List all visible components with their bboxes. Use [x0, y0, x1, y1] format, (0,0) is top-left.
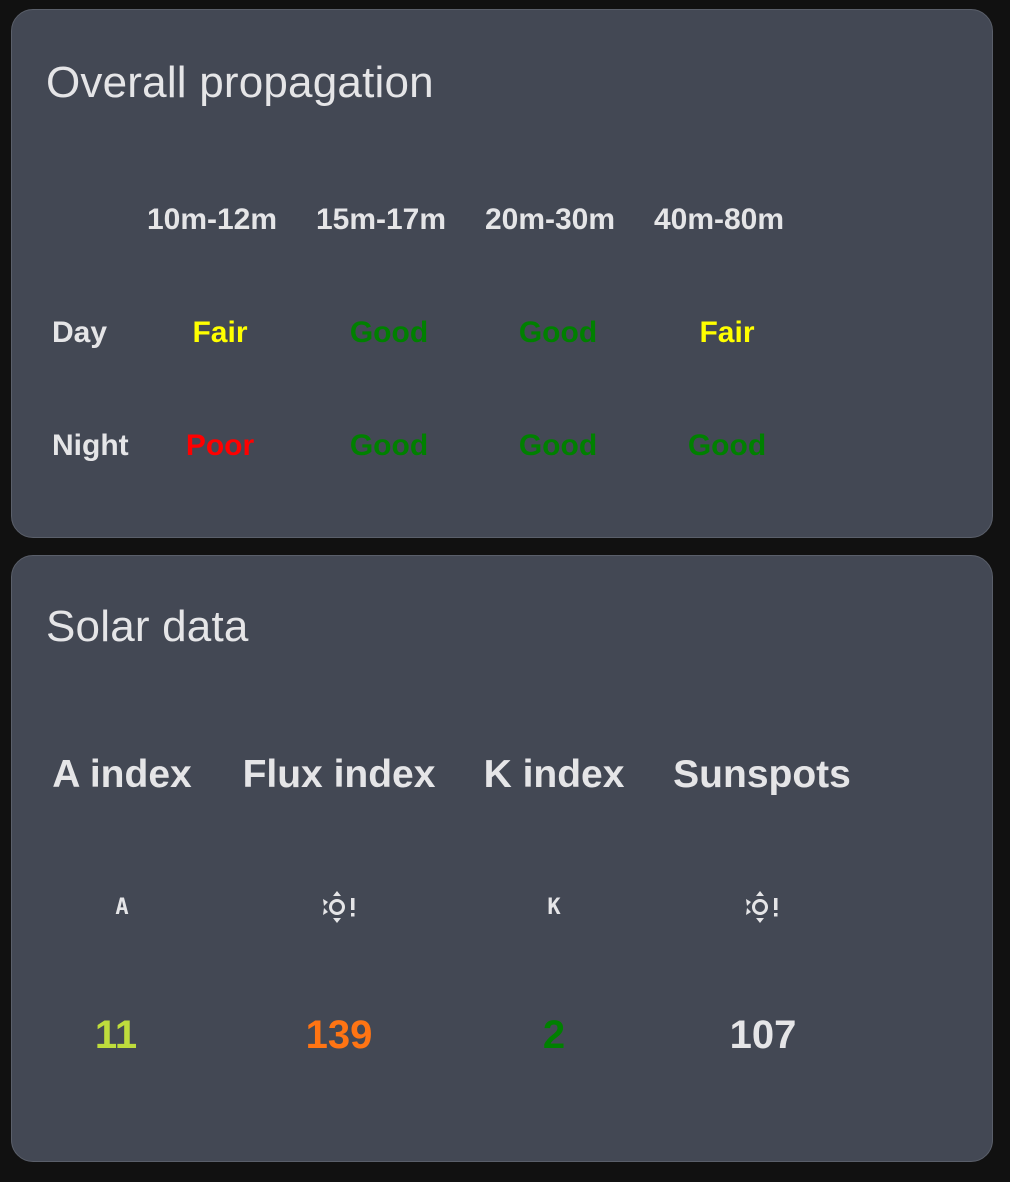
band-header-15m-17m: 15m-17m	[315, 203, 447, 236]
condition-night-20m-30m: Good	[518, 429, 598, 462]
solar-value-flux-index: 139	[305, 1013, 373, 1057]
condition-day-20m-30m: Good	[518, 316, 598, 349]
solar-label-sunspots: Sunspots	[673, 753, 851, 796]
solar-label-a-index: A index	[52, 753, 192, 796]
condition-night-40m-80m: Good	[687, 429, 767, 462]
condition-night-15m-17m: Good	[349, 429, 429, 462]
alpha-k-icon: K	[547, 894, 561, 920]
row-label-night: Night	[52, 429, 129, 462]
card-title: Solar data	[46, 602, 249, 651]
band-header-20m-30m: 20m-30m	[484, 203, 616, 236]
solar-value-a-index: 11	[94, 1013, 138, 1057]
sun-alert-icon	[320, 889, 360, 925]
row-label-day: Day	[52, 316, 108, 349]
solar-value-sunspots: 107	[729, 1013, 797, 1057]
solar-data-card: Solar data A index Flux index K index Su…	[11, 555, 993, 1162]
alpha-a-icon: A	[115, 894, 129, 920]
solar-label-k-index: K index	[483, 753, 625, 796]
condition-day-10m-12m: Fair	[192, 316, 248, 349]
sun-alert-icon	[743, 889, 783, 925]
band-header-40m-80m: 40m-80m	[653, 203, 785, 236]
solar-label-flux-index: Flux index	[242, 753, 436, 796]
band-header-10m-12m: 10m-12m	[146, 203, 278, 236]
overall-propagation-card: Overall propagation 10m-12m 15m-17m 20m-…	[11, 9, 993, 538]
card-title: Overall propagation	[46, 58, 434, 107]
condition-day-40m-80m: Fair	[699, 316, 755, 349]
condition-day-15m-17m: Good	[349, 316, 429, 349]
condition-night-10m-12m: Poor	[185, 429, 255, 462]
solar-value-k-index: 2	[542, 1013, 566, 1057]
